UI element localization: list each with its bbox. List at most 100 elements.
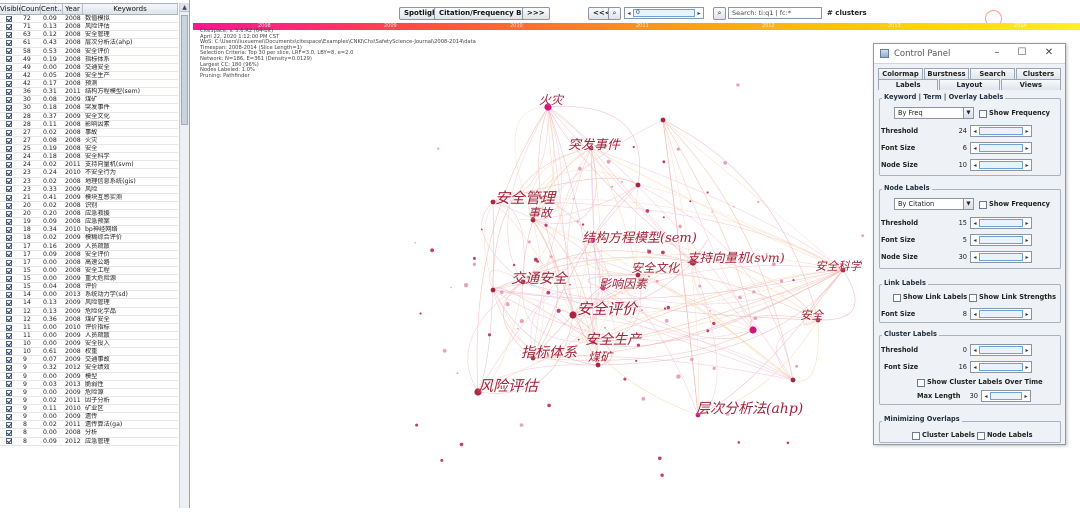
- table-row[interactable]: 24 0.02 2011 支持向量机(svm): [0, 161, 178, 170]
- visible-checkbox[interactable]: [0, 88, 21, 95]
- table-row[interactable]: 9 0.11 2010 矿业区: [0, 405, 178, 414]
- keyword-label-ahp[interactable]: 层次分析法(ahp): [696, 398, 803, 418]
- network-hub-node[interactable]: [490, 287, 496, 293]
- keyword-label-safety-culture[interactable]: 安全文化: [631, 259, 679, 276]
- tab-labels[interactable]: Labels: [878, 79, 939, 90]
- table-row[interactable]: 14 0.13 2009 风险管理: [0, 299, 178, 308]
- visible-checkbox[interactable]: [0, 178, 21, 185]
- network-node[interactable]: [752, 290, 756, 294]
- maximize-icon[interactable]: ☐: [1015, 46, 1029, 60]
- node-show-frequency-checkbox[interactable]: Show Frequency: [979, 199, 1050, 209]
- network-node[interactable]: [546, 290, 551, 295]
- visible-checkbox[interactable]: [0, 96, 21, 104]
- network-node[interactable]: [512, 263, 516, 267]
- checkmark-icon[interactable]: [6, 218, 12, 225]
- network-node[interactable]: [442, 348, 447, 353]
- table-row[interactable]: 18 0.02 2009 模糊综合评价: [0, 234, 178, 243]
- network-node[interactable]: [437, 147, 440, 150]
- cluster-font-size-slider[interactable]: ◂ ▸: [970, 361, 1032, 373]
- keyword-label-emergency-event[interactable]: 突发事件: [568, 134, 620, 153]
- keyword-font-size-slider[interactable]: ◂ ▸: [970, 142, 1032, 154]
- checkmark-icon[interactable]: [6, 88, 12, 95]
- overlap-node-labels-checkbox[interactable]: Node Labels: [977, 430, 1033, 440]
- network-node[interactable]: [547, 403, 551, 408]
- checkmark-icon[interactable]: [6, 316, 12, 323]
- checkmark-icon[interactable]: [6, 64, 12, 71]
- table-row[interactable]: 23 0.02 2008 地理信息系统(gis): [0, 178, 178, 186]
- table-row[interactable]: 20 0.20 2008 应急救援: [0, 210, 178, 219]
- checkmark-icon[interactable]: [6, 40, 12, 47]
- network-hub-node[interactable]: [569, 311, 577, 319]
- network-node[interactable]: [450, 286, 453, 289]
- keyword-label-sem[interactable]: 结构方程模型(sem): [582, 227, 697, 246]
- show-link-labels-checkbox[interactable]: Show Link Labels: [893, 292, 967, 302]
- table-row[interactable]: 11 0.00 2010 评价指标: [0, 324, 178, 332]
- checkmark-icon[interactable]: [6, 129, 12, 136]
- network-node[interactable]: [472, 262, 477, 266]
- visible-checkbox[interactable]: [0, 429, 21, 437]
- table-row[interactable]: 72 0.09 2008 数值模拟: [0, 15, 178, 24]
- network-node[interactable]: [706, 329, 710, 333]
- checkmark-icon[interactable]: [6, 202, 12, 209]
- network-hub-node[interactable]: [635, 182, 641, 188]
- checkmark-icon[interactable]: [6, 405, 12, 412]
- visible-checkbox[interactable]: [0, 413, 21, 420]
- visible-checkbox[interactable]: [0, 121, 21, 128]
- table-row[interactable]: 18 0.34 2010 bp神经网络: [0, 226, 178, 235]
- tab-clusters[interactable]: Clusters: [1016, 68, 1061, 79]
- table-row[interactable]: 28 0.11 2008 影响因素: [0, 121, 178, 129]
- visible-checkbox[interactable]: [0, 153, 21, 160]
- visible-checkbox[interactable]: [0, 243, 21, 250]
- network-node[interactable]: [569, 283, 571, 286]
- checkmark-icon[interactable]: [6, 97, 12, 104]
- network-node[interactable]: [689, 200, 692, 203]
- table-row[interactable]: 12 0.13 2009 危险化学品: [0, 308, 178, 316]
- network-graph-canvas[interactable]: 火灾 突发事件 安全管理 事故 结构方程模型(sem) 支持向量机(svm) 安…: [193, 30, 873, 508]
- visible-checkbox[interactable]: [0, 80, 21, 87]
- tab-views[interactable]: Views: [1000, 79, 1061, 90]
- network-node[interactable]: [440, 458, 444, 462]
- table-row[interactable]: 28 0.37 2009 安全文化: [0, 113, 178, 121]
- node-threshold-slider[interactable]: ◂ ▸: [970, 217, 1032, 229]
- network-hub-node[interactable]: [660, 117, 666, 123]
- tab-search[interactable]: Search: [970, 68, 1015, 79]
- network-node[interactable]: [655, 279, 659, 283]
- visible-checkbox[interactable]: [0, 31, 21, 39]
- checkmark-icon[interactable]: [6, 340, 12, 347]
- table-row[interactable]: 58 0.53 2008 安全评价: [0, 48, 178, 56]
- keyword-show-frequency-checkbox[interactable]: Show Frequency: [979, 108, 1050, 118]
- network-node[interactable]: [663, 307, 667, 310]
- visible-checkbox[interactable]: [0, 259, 21, 266]
- table-row[interactable]: 8 0.02 2011 遗传算法(ga): [0, 421, 178, 430]
- checkmark-icon[interactable]: [6, 365, 12, 372]
- cluster-threshold-slider[interactable]: ◂ ▸: [970, 344, 1032, 356]
- checkmark-icon[interactable]: [6, 308, 12, 315]
- table-row[interactable]: 36 0.31 2011 结构方程模型(sem): [0, 88, 178, 97]
- network-node[interactable]: [517, 327, 519, 330]
- keyword-label-influencing-factors[interactable]: 影响因素: [599, 275, 647, 292]
- visible-checkbox[interactable]: [0, 104, 21, 112]
- node-font-size-slider[interactable]: ◂ ▸: [970, 234, 1032, 246]
- visible-checkbox[interactable]: [0, 218, 21, 225]
- network-node[interactable]: [556, 308, 561, 313]
- scroll-up-icon[interactable]: ▲: [180, 3, 189, 12]
- network-node[interactable]: [712, 321, 716, 326]
- column-header-keywords[interactable]: Keywords: [83, 4, 178, 14]
- checkmark-icon[interactable]: [6, 381, 12, 388]
- table-row[interactable]: 61 0.43 2008 层次分析法(ahp): [0, 39, 178, 48]
- visible-checkbox[interactable]: [0, 438, 21, 445]
- visible-checkbox[interactable]: [0, 234, 21, 242]
- visible-checkbox[interactable]: [0, 169, 21, 177]
- checkmark-icon[interactable]: [6, 422, 12, 429]
- close-icon[interactable]: ✕: [1042, 46, 1056, 60]
- checkmark-icon[interactable]: [6, 283, 12, 290]
- network-node[interactable]: [430, 248, 434, 253]
- network-hub-node[interactable]: [790, 377, 796, 383]
- keyword-label-safety[interactable]: 安全: [800, 307, 823, 323]
- network-node[interactable]: [480, 228, 483, 231]
- keyword-threshold-slider[interactable]: ◂ ▸: [970, 125, 1032, 137]
- table-row[interactable]: 9 0.00 2009 遗传: [0, 413, 178, 422]
- keyword-label-safety-science[interactable]: 安全科学: [815, 258, 861, 274]
- keyword-label-safety-evaluation[interactable]: 安全评价: [577, 298, 637, 319]
- chevron-down-icon[interactable]: ▼: [963, 199, 973, 209]
